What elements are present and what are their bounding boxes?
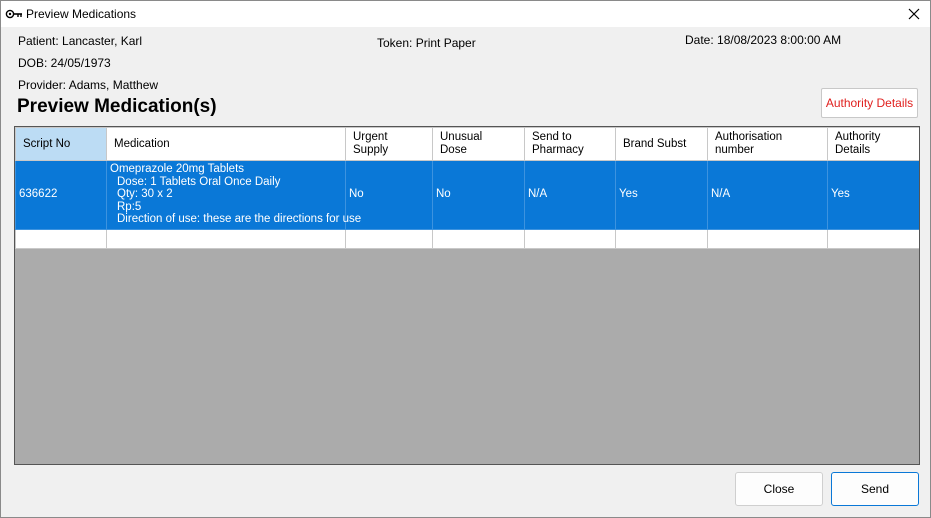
grid-header-row: Script No Medication Urgent Supply Unusua… (15, 127, 919, 161)
column-header-send-to-pharmacy[interactable]: Send to Pharmacy (524, 127, 616, 161)
column-header-urgent-supply[interactable]: Urgent Supply (345, 127, 433, 161)
send-button[interactable]: Send (831, 472, 919, 506)
cell-brand-subst[interactable]: Yes (615, 160, 708, 230)
window-close-button[interactable] (898, 1, 930, 27)
new-row[interactable] (15, 228, 919, 249)
cell-script-no[interactable]: 636622 (15, 160, 107, 230)
column-header-authorisation-number[interactable]: Authorisation number (707, 127, 828, 161)
cell-unusual-dose[interactable]: No (432, 160, 525, 230)
column-header-authority-details[interactable]: Authority Details (827, 127, 919, 161)
patient-label: Patient: Lancaster, Karl (18, 34, 143, 48)
column-header-unusual-dose[interactable]: Unusual Dose (432, 127, 525, 161)
authority-details-button[interactable]: Authority Details (821, 88, 918, 118)
medications-grid[interactable]: Script No Medication Urgent Supply Unusua… (14, 126, 920, 465)
title-bar: Preview Medications (1, 1, 930, 27)
table-row[interactable]: 636622 Omeprazole 20mg Tablets Dose: 1 T… (15, 160, 919, 230)
date-label: Date: 18/08/2023 8:00:00 AM (685, 33, 842, 47)
close-icon (908, 8, 920, 20)
column-header-script-no[interactable]: Script No (15, 127, 107, 161)
close-button[interactable]: Close (735, 472, 823, 506)
cell-send-to-pharmacy[interactable]: N/A (524, 160, 616, 230)
column-header-brand-subst[interactable]: Brand Subst (615, 127, 708, 161)
dob-label: DOB: 24/05/1973 (18, 56, 111, 70)
key-icon (5, 6, 23, 22)
cell-authority-details[interactable]: Yes (827, 160, 919, 230)
token-label: Token: Print Paper (377, 36, 476, 50)
window-title: Preview Medications (26, 7, 137, 21)
cell-medication[interactable]: Omeprazole 20mg Tablets Dose: 1 Tablets … (106, 160, 361, 230)
provider-label: Provider: Adams, Matthew (18, 78, 159, 92)
preview-medications-window: Preview Medications Patient: Lancaster, … (0, 0, 931, 518)
page-title: Preview Medication(s) (17, 96, 217, 117)
cell-authorisation-number[interactable]: N/A (707, 160, 828, 230)
column-header-medication[interactable]: Medication (106, 127, 346, 161)
